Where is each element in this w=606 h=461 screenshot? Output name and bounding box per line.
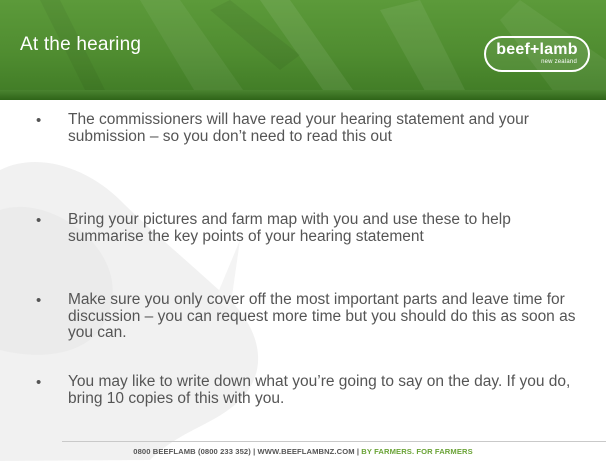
bullet-item-4: You may like to write down what you’re g… (68, 373, 571, 407)
bullet-marker: • (36, 112, 42, 129)
bullet-item-3: Make sure you only cover off the most im… (68, 291, 576, 341)
bullet-marker: • (36, 374, 42, 391)
bullet-list: • The commissioners will have read your … (0, 0, 606, 430)
footer-contact: 0800 BEEFLAMB (0800 233 352) | WWW.BEEFL… (133, 447, 360, 456)
bullet-item-2: Bring your pictures and farm map with yo… (68, 211, 511, 245)
footer-divider (62, 441, 606, 442)
bullet-marker: • (36, 292, 42, 309)
bullet-marker: • (36, 212, 42, 229)
bullet-item-1: The commissioners will have read your he… (68, 111, 529, 145)
slide: At the hearing beef+lamb new zealand • T… (0, 0, 606, 461)
slide-footer: 0800 BEEFLAMB (0800 233 352) | WWW.BEEFL… (0, 447, 606, 456)
footer-tagline: BY FARMERS. FOR FARMERS (361, 447, 473, 456)
